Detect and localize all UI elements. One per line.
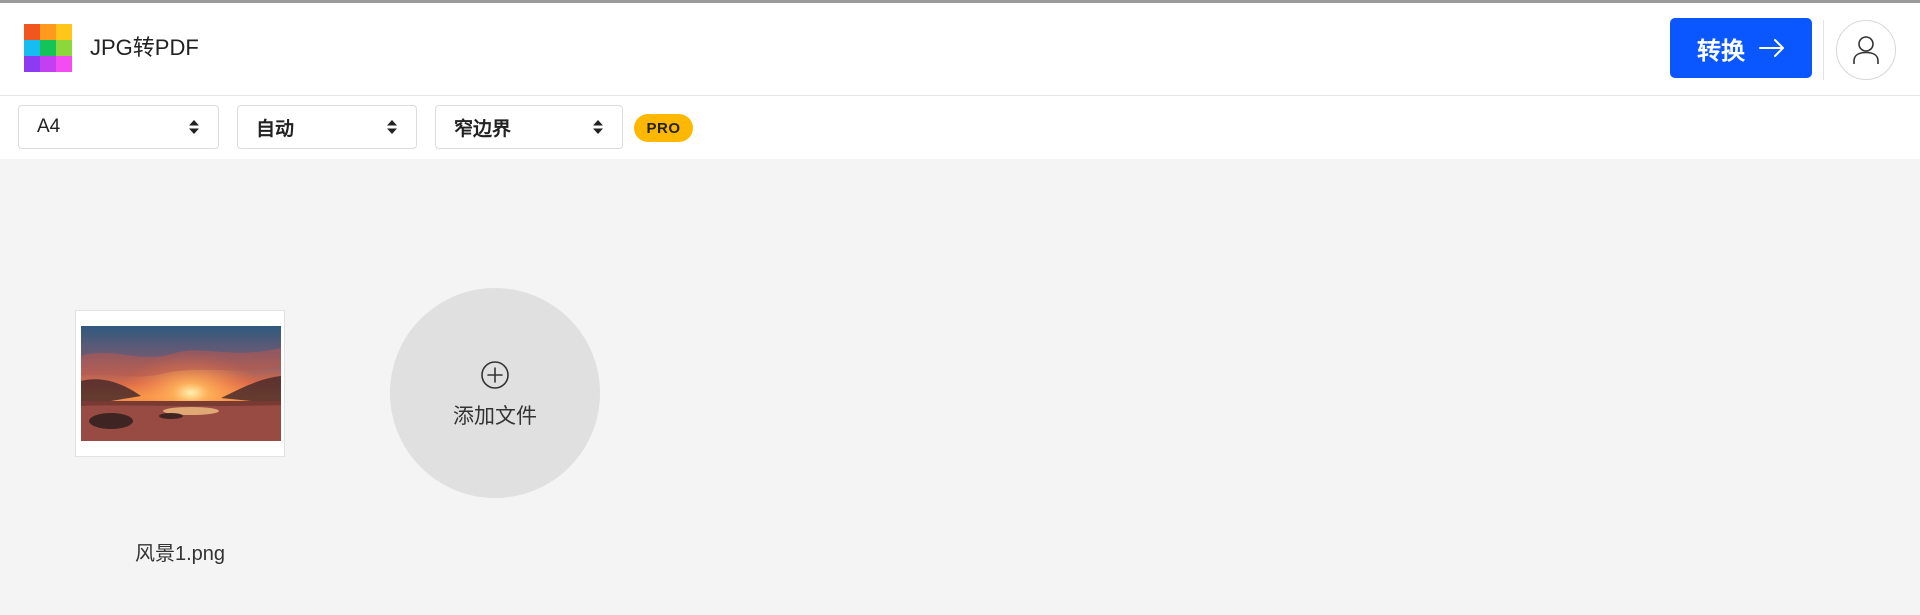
page-size-select[interactable]: A4 xyxy=(18,105,219,149)
logo-tile xyxy=(24,56,40,72)
header-divider xyxy=(1823,20,1824,80)
add-file-button[interactable]: 添加文件 xyxy=(390,288,600,498)
logo-tile xyxy=(24,24,40,40)
file-thumbnail-image xyxy=(81,326,281,441)
logo-tile xyxy=(24,40,40,56)
user-account-button[interactable] xyxy=(1836,20,1896,80)
sort-caret-icon xyxy=(593,120,603,134)
app-title: JPG转PDF xyxy=(90,35,199,60)
page-size-value: A4 xyxy=(37,116,61,137)
arrow-right-icon xyxy=(1759,39,1784,57)
logo-tile xyxy=(56,24,72,40)
orientation-select[interactable]: 自动 xyxy=(237,105,417,149)
user-icon xyxy=(1853,36,1879,64)
convert-button-label: 转换 xyxy=(1697,37,1745,65)
file-card[interactable] xyxy=(75,310,285,457)
app-logo-icon xyxy=(24,24,72,72)
logo-tile xyxy=(56,56,72,72)
convert-button[interactable]: 转换 xyxy=(1670,18,1812,78)
plus-circle-icon xyxy=(481,361,509,389)
options-toolbar: A4 自动 窄边界 PRO xyxy=(0,96,1920,159)
sort-caret-icon xyxy=(387,120,397,134)
logo-tile xyxy=(56,40,72,56)
pro-badge: PRO xyxy=(634,114,693,142)
add-file-label: 添加文件 xyxy=(453,405,537,428)
orientation-value: 自动 xyxy=(256,118,295,140)
file-name: 风景1.png xyxy=(134,543,226,565)
sort-caret-icon xyxy=(189,120,199,134)
logo-tile xyxy=(40,24,56,40)
top-bar: JPG转PDF 转换 xyxy=(0,0,1920,96)
margin-value: 窄边界 xyxy=(454,118,512,140)
logo-tile xyxy=(40,56,56,72)
logo-tile xyxy=(40,40,56,56)
margin-select[interactable]: 窄边界 xyxy=(435,105,623,149)
